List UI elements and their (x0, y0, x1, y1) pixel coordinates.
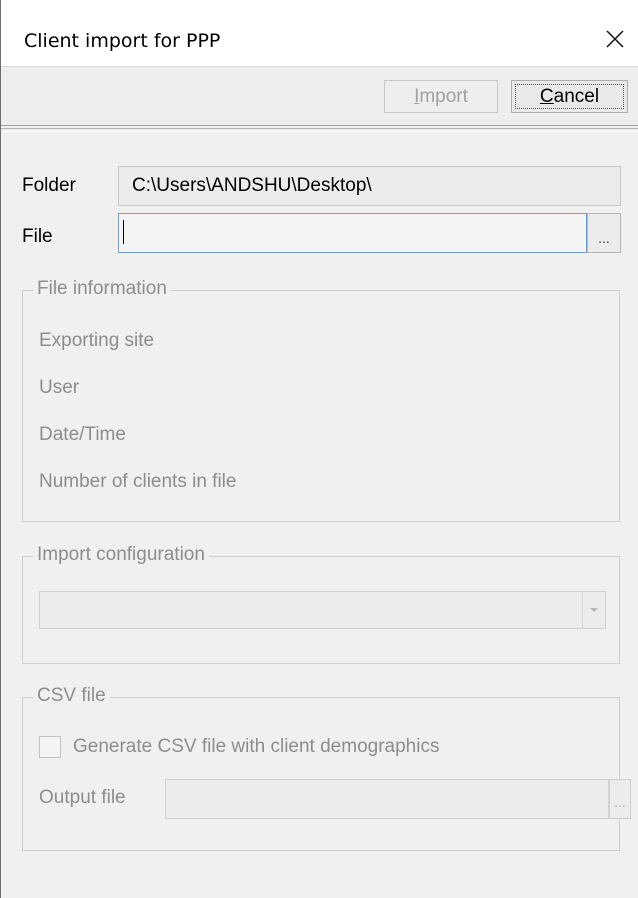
client-import-dialog: Client import for PPP Import Cancel Fold… (0, 0, 638, 898)
output-browse-label: ... (614, 794, 626, 810)
import-button[interactable]: Import (384, 80, 498, 113)
dropdown-button[interactable] (582, 592, 605, 628)
file-information-title: File information (33, 278, 171, 300)
csv-file-group (22, 697, 620, 851)
cancel-button-mnemonic: C (539, 85, 554, 107)
generate-csv-checkbox[interactable] (39, 736, 61, 758)
title-bar: Client import for PPP (1, 0, 638, 66)
file-input[interactable] (118, 213, 587, 253)
folder-field[interactable]: C:\Users\ANDSHU\Desktop\ (118, 166, 621, 206)
file-label: File (22, 226, 53, 247)
import-button-label: mport (419, 85, 468, 107)
text-caret (123, 220, 124, 244)
file-browse-button[interactable]: ... (587, 213, 621, 253)
user-label: User (39, 377, 80, 398)
output-file-input[interactable] (165, 779, 609, 819)
close-button[interactable] (592, 16, 638, 62)
cancel-button-label: ancel (553, 85, 600, 107)
output-file-browse-button[interactable]: ... (609, 779, 631, 819)
csv-file-title: CSV file (33, 685, 110, 707)
folder-label: Folder (22, 175, 76, 196)
number-of-clients-label: Number of clients in file (39, 471, 237, 492)
import-configuration-title: Import configuration (33, 544, 209, 566)
window-title: Client import for PPP (24, 30, 221, 52)
chevron-down-icon (590, 608, 598, 612)
import-configuration-select[interactable] (39, 591, 606, 629)
folder-value: C:\Users\ANDSHU\Desktop\ (132, 175, 372, 196)
file-browse-label: ... (598, 230, 610, 246)
toolbar-divider (1, 128, 638, 132)
close-icon (606, 30, 624, 48)
cancel-button[interactable]: Cancel (511, 80, 628, 113)
exporting-site-label: Exporting site (39, 330, 155, 351)
date-time-label: Date/Time (39, 424, 126, 445)
output-file-label: Output file (39, 787, 126, 808)
generate-csv-label: Generate CSV file with client demographi… (73, 736, 440, 757)
